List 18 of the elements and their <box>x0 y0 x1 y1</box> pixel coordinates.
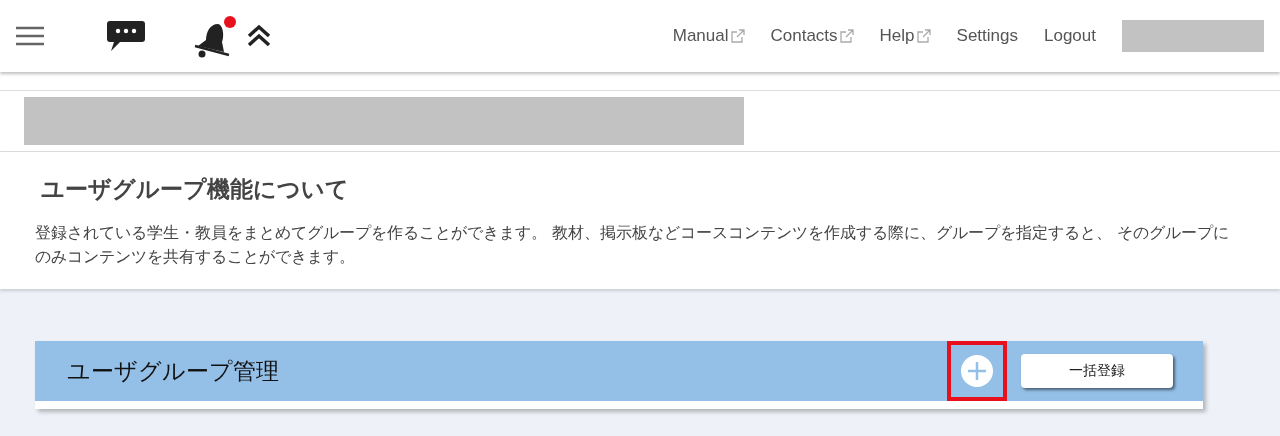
header-link[interactable]: Help <box>879 26 931 46</box>
header-link[interactable]: Logout <box>1044 26 1096 46</box>
external-link-icon <box>839 29 854 43</box>
plus-icon <box>960 354 994 388</box>
external-link-icon <box>916 29 931 43</box>
menu-icon[interactable] <box>16 26 44 46</box>
header-link[interactable]: Manual <box>672 26 745 46</box>
external-link-icon <box>730 29 745 43</box>
section-title: ユーザグループ機能について <box>41 175 350 204</box>
bulk-register-button[interactable]: 一括登録 <box>1021 354 1173 388</box>
header-link[interactable]: Settings <box>956 26 1018 46</box>
bell-icon[interactable] <box>192 14 238 58</box>
chat-icon[interactable] <box>106 19 146 53</box>
collapse-icon[interactable] <box>246 24 272 48</box>
add-button[interactable] <box>947 341 1007 401</box>
header-link[interactable]: Contacts <box>770 26 854 46</box>
panel-title: ユーザグループ管理 <box>67 356 279 386</box>
description-text: 登録されている学生・教員をまとめてグループを作ることができます。 教材、掲示板などコースコンテンツを作成する際に、グループを指定すると、 そのグループにのみコンテンツを共有することができます。 <box>35 222 1231 268</box>
